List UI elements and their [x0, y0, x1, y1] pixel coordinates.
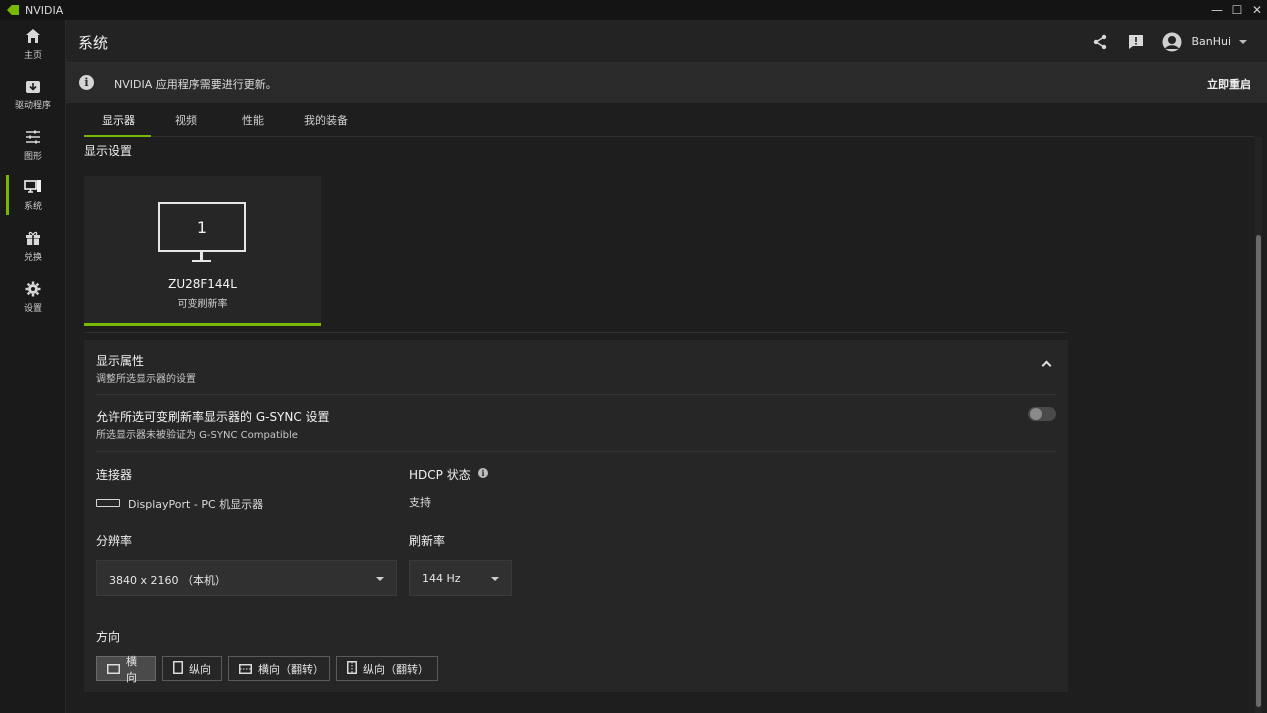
- info-icon: i: [79, 75, 94, 90]
- sidebar-item-label: 驱动程序: [14, 101, 51, 111]
- sidebar: 主页 驱动程序 图形 系统 兑换 设置: [0, 20, 66, 713]
- restart-now-button[interactable]: 立即重启: [1207, 76, 1251, 92]
- hdcp-value: 支持: [409, 496, 431, 509]
- info-icon[interactable]: i: [478, 468, 488, 478]
- divider: [96, 394, 1056, 395]
- sidebar-item-label: 兑换: [23, 253, 42, 263]
- connector-label: 连接器: [96, 468, 133, 482]
- resolution-value: 3840 x 2160 （本机）: [109, 574, 226, 587]
- avatar[interactable]: [1161, 31, 1183, 53]
- portrait-icon: [173, 659, 183, 678]
- home-icon: [24, 27, 42, 45]
- update-notice: i NVIDIA 应用程序需要进行更新。 立即重启: [66, 63, 1267, 103]
- feedback-icon[interactable]: [1125, 31, 1147, 53]
- monitor-subtitle: 可变刷新率: [177, 299, 228, 310]
- section-title: 显示设置: [84, 144, 133, 158]
- gsync-toggle[interactable]: [1028, 407, 1056, 421]
- scrollbar[interactable]: [1255, 137, 1262, 713]
- monitor-icon: 1: [158, 202, 246, 252]
- gsync-title: 允许所选可变刷新率显示器的 G-SYNC 设置: [96, 410, 330, 424]
- orientation-option-label: 纵向（翻转）: [363, 662, 429, 676]
- sidebar-item-drivers[interactable]: 驱动程序: [0, 72, 66, 116]
- orientation-portrait-flipped-button[interactable]: 纵向（翻转）: [336, 656, 438, 681]
- tab-video[interactable]: 视频: [175, 112, 197, 128]
- header-actions: BanHui: [1075, 20, 1247, 63]
- resolution-label: 分辨率: [96, 534, 133, 548]
- connector-value: DisplayPort - PC 机显示器: [128, 498, 264, 511]
- monitor-number: 1: [196, 217, 208, 237]
- display-properties-panel: 显示属性 调整所选显示器的设置 允许所选可变刷新率显示器的 G-SYNC 设置 …: [84, 340, 1068, 692]
- sidebar-item-system[interactable]: 系统: [0, 173, 66, 217]
- tab-performance[interactable]: 性能: [242, 112, 264, 128]
- sidebar-item-settings[interactable]: 设置: [0, 275, 66, 319]
- tab-bar: 显示器 视频 性能 我的装备: [84, 103, 1254, 137]
- orientation-option-label: 纵向: [189, 662, 211, 676]
- orientation-landscape-flipped-button[interactable]: 横向（翻转）: [228, 656, 330, 681]
- divider: [96, 451, 1056, 452]
- resolution-select[interactable]: 3840 x 2160 （本机）: [96, 560, 397, 596]
- refresh-rate-select[interactable]: 144 Hz: [409, 560, 512, 596]
- close-button[interactable]: ✕: [1247, 0, 1267, 20]
- username[interactable]: BanHui: [1191, 35, 1231, 48]
- orientation-option-label: 横向（翻转）: [258, 662, 324, 676]
- maximize-button[interactable]: ☐: [1227, 0, 1247, 20]
- displayport-icon: [96, 499, 120, 507]
- portrait-flipped-icon: [347, 659, 357, 678]
- sliders-icon: [24, 128, 42, 146]
- active-tab-indicator: [84, 135, 151, 137]
- toggle-knob: [1030, 408, 1042, 420]
- chevron-down-icon[interactable]: [1239, 39, 1247, 44]
- gsync-subtitle: 所选显示器未被验证为 G-SYNC Compatible: [96, 430, 298, 441]
- sidebar-item-label: 设置: [23, 304, 42, 314]
- tab-my-rig[interactable]: 我的装备: [304, 112, 348, 128]
- orientation-label: 方向: [96, 630, 121, 644]
- tab-display[interactable]: 显示器: [102, 112, 135, 128]
- minimize-button[interactable]: —: [1207, 0, 1227, 20]
- sidebar-item-redeem[interactable]: 兑换: [0, 224, 66, 268]
- sidebar-item-label: 系统: [23, 202, 42, 212]
- gear-icon: [24, 280, 42, 298]
- panel-subtitle: 调整所选显示器的设置: [96, 374, 196, 385]
- scrollbar-thumb[interactable]: [1256, 235, 1261, 707]
- orientation-landscape-button[interactable]: 横向: [96, 655, 156, 684]
- sidebar-item-graphics[interactable]: 图形: [0, 123, 66, 167]
- refresh-rate-label: 刷新率: [409, 534, 446, 548]
- divider: [84, 332, 1068, 333]
- gift-icon: [24, 229, 42, 247]
- hdcp-label: HDCP 状态: [409, 468, 471, 482]
- chevron-down-icon: [491, 577, 499, 581]
- page-title: 系统: [78, 34, 109, 52]
- page-header: 系统 BanHui: [66, 20, 1267, 63]
- monitor-card[interactable]: 1 ZU28F144L 可变刷新率: [84, 176, 321, 326]
- notice-message: NVIDIA 应用程序需要进行更新。: [114, 78, 277, 91]
- window-controls: — ☐ ✕: [1207, 0, 1267, 20]
- monitor-name: ZU28F144L: [168, 277, 237, 291]
- app-name: NVIDIA: [25, 3, 64, 17]
- monitor-base: [192, 260, 211, 262]
- orientation-portrait-button[interactable]: 纵向: [162, 656, 222, 681]
- landscape-icon: [107, 659, 120, 678]
- title-bar: NVIDIA — ☐ ✕: [0, 0, 1267, 20]
- sidebar-item-label: 主页: [23, 51, 42, 61]
- panel-title: 显示属性: [96, 354, 145, 368]
- chevron-up-icon[interactable]: [1041, 360, 1052, 371]
- selected-indicator: [84, 323, 321, 326]
- sidebar-item-home[interactable]: 主页: [0, 22, 66, 66]
- monitor-stand: [200, 252, 203, 260]
- system-icon: [24, 178, 42, 196]
- sidebar-item-label: 图形: [23, 152, 42, 162]
- refresh-rate-value: 144 Hz: [422, 572, 461, 585]
- landscape-flipped-icon: [239, 659, 252, 678]
- share-icon[interactable]: [1089, 31, 1111, 53]
- driver-icon: [24, 77, 42, 95]
- chevron-down-icon: [376, 577, 384, 581]
- nvidia-logo-icon: [7, 5, 19, 15]
- orientation-option-label: 横向: [126, 654, 137, 684]
